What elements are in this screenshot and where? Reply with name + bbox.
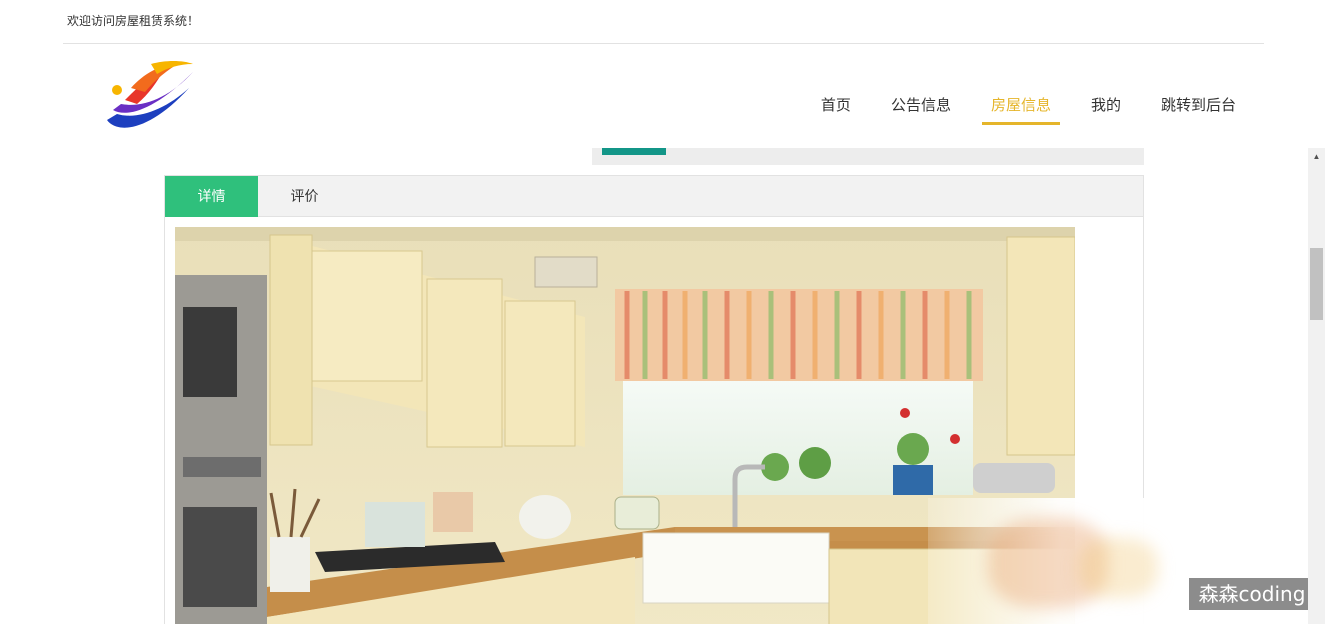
tab-details[interactable]: 详情 xyxy=(165,176,258,217)
watermark-label: 森森coding xyxy=(1189,578,1315,610)
tab-header: 详情 评价 xyxy=(165,176,1143,217)
nav-mine[interactable]: 我的 xyxy=(1091,82,1121,125)
top-bar: 欢迎访问房屋租赁系统！ xyxy=(63,0,1264,44)
tab-reviews[interactable]: 评价 xyxy=(258,176,351,217)
nav-houses[interactable]: 房屋信息 xyxy=(981,82,1060,125)
main-nav: 首页 公告信息 房屋信息 我的 跳转到后台 xyxy=(781,82,1236,125)
gallery-thumbnail-strip xyxy=(592,148,1144,165)
nav-home[interactable]: 首页 xyxy=(821,82,851,125)
nav-admin[interactable]: 跳转到后台 xyxy=(1161,82,1236,125)
welcome-text: 欢迎访问房屋租赁系统！ xyxy=(67,14,200,28)
site-header: 首页 公告信息 房屋信息 我的 跳转到后台 xyxy=(63,44,1264,148)
vertical-scrollbar[interactable]: ▲ xyxy=(1308,148,1325,624)
logo-emblem-icon xyxy=(107,61,193,128)
scroll-thumb[interactable] xyxy=(1310,248,1323,320)
site-logo[interactable] xyxy=(103,58,197,134)
arrow-up-icon[interactable]: ▲ xyxy=(1308,150,1325,164)
gallery-indicator[interactable] xyxy=(602,148,666,155)
nav-announcements[interactable]: 公告信息 xyxy=(891,82,951,125)
